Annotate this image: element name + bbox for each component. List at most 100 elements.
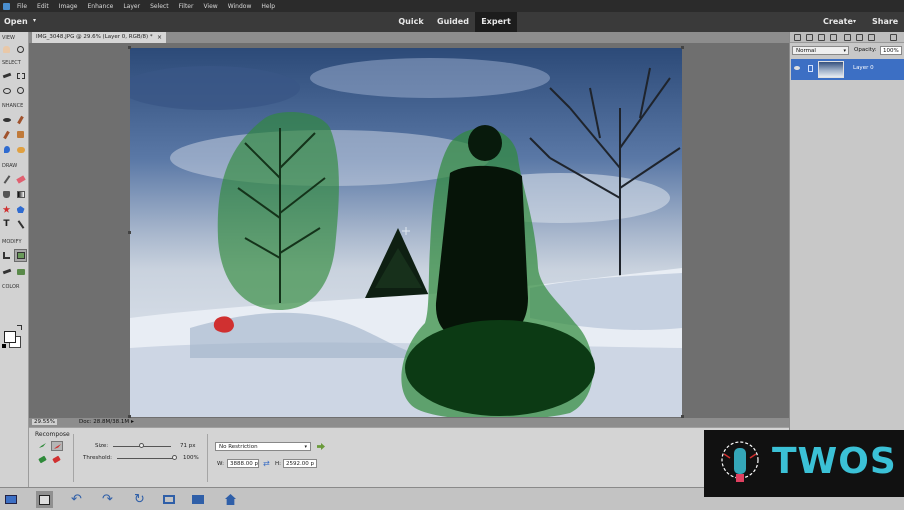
menu-select[interactable]: Select xyxy=(150,3,169,10)
content-aware-move-tool[interactable] xyxy=(1,266,12,277)
share-button[interactable]: Share xyxy=(872,17,898,26)
move-tool[interactable] xyxy=(1,70,12,81)
color-picker-tool[interactable] xyxy=(1,204,12,215)
width-field[interactable]: 3888.00 p xyxy=(227,459,259,468)
open-button[interactable]: Open xyxy=(4,17,28,26)
layout-button[interactable] xyxy=(160,491,177,508)
document-tab[interactable]: IMG_3048.JPG @ 29.6% (Layer 0, RGB/8) * … xyxy=(32,32,166,43)
layer-row[interactable]: Layer 0 xyxy=(791,59,904,80)
type-tool[interactable]: T xyxy=(1,219,12,230)
photo-content xyxy=(130,58,682,417)
redo-button[interactable]: ↷ xyxy=(99,491,116,508)
threshold-slider-knob[interactable] xyxy=(172,455,177,460)
menu-filter[interactable]: Filter xyxy=(179,3,194,10)
organizer-button[interactable] xyxy=(189,491,206,508)
protect-brush-button[interactable] xyxy=(37,441,49,451)
rotate-icon: ↻ xyxy=(134,492,145,507)
menu-enhance[interactable]: Enhance xyxy=(87,3,113,10)
size-slider-knob[interactable] xyxy=(139,443,144,448)
apply-recompose-icon[interactable] xyxy=(317,443,325,450)
lasso-tool[interactable] xyxy=(1,85,12,96)
threshold-slider-track[interactable] xyxy=(117,458,175,459)
menu-view[interactable]: View xyxy=(203,3,217,10)
swap-dimensions-icon[interactable]: ⇄ xyxy=(263,459,272,468)
layer-mask-icon[interactable] xyxy=(830,34,837,41)
marquee-tool[interactable] xyxy=(15,70,26,81)
menu-image[interactable]: Image xyxy=(59,3,78,10)
remove-eraser-button[interactable] xyxy=(51,455,63,465)
home-screen-button[interactable] xyxy=(222,491,239,508)
tool-options-button[interactable] xyxy=(36,491,53,508)
new-group-icon[interactable] xyxy=(806,34,813,41)
organizer-icon xyxy=(191,495,204,504)
pencil-icon xyxy=(3,175,10,184)
close-icon[interactable]: × xyxy=(157,32,162,43)
trash-icon[interactable] xyxy=(890,34,897,41)
custom-shape-tool[interactable] xyxy=(15,204,26,215)
layer-lock-icon[interactable] xyxy=(808,65,813,72)
paint-bucket-tool[interactable] xyxy=(1,189,12,200)
height-field[interactable]: 2592.00 p xyxy=(283,459,317,468)
spot-healing-tool[interactable] xyxy=(15,114,26,125)
rectangle-marquee-icon xyxy=(16,72,25,79)
menu-help[interactable]: Help xyxy=(261,3,275,10)
straighten-tool[interactable] xyxy=(15,266,26,277)
create-button[interactable]: Create xyxy=(823,17,853,26)
zoom-level[interactable]: 29.55% xyxy=(32,419,57,425)
chevron-down-icon[interactable]: ▾ xyxy=(33,17,36,24)
default-colors-icon[interactable] xyxy=(2,344,6,348)
canvas-handle-left[interactable] xyxy=(128,231,131,234)
layer-thumbnail xyxy=(818,61,844,78)
photo-bin-icon xyxy=(4,495,17,504)
foreground-color-swatch[interactable] xyxy=(4,331,16,343)
canvas-area[interactable] xyxy=(29,43,789,418)
brush-tool[interactable] xyxy=(1,174,12,185)
link-icon[interactable] xyxy=(844,34,851,41)
smart-brush-tool[interactable] xyxy=(1,129,12,140)
watermark-logo-icon xyxy=(721,441,759,482)
gradient-tool[interactable] xyxy=(15,189,26,200)
pen-icon xyxy=(17,220,24,229)
crop-tool[interactable] xyxy=(1,250,12,261)
protect-eraser-button[interactable] xyxy=(37,455,49,465)
menu-file[interactable]: File xyxy=(17,3,27,10)
remove-brush-button[interactable] xyxy=(51,441,63,451)
sponge-tool[interactable] xyxy=(15,144,26,155)
new-layer-icon[interactable] xyxy=(794,34,801,41)
mode-tab-expert[interactable]: Expert xyxy=(475,12,517,32)
recompose-tool[interactable] xyxy=(14,249,27,262)
zoom-view-tool[interactable] xyxy=(15,44,26,55)
mode-tab-guided[interactable]: Guided xyxy=(433,12,473,32)
status-bar: 29.55% Doc: 28.8M/38.1M ▸ xyxy=(29,418,789,427)
status-menu-arrow-icon[interactable]: ▸ xyxy=(131,418,134,425)
menu-layer[interactable]: Layer xyxy=(123,3,140,10)
canvas-handle-top-right[interactable] xyxy=(681,46,684,49)
chevron-down-icon[interactable]: ▾ xyxy=(853,18,856,25)
photo-canvas[interactable] xyxy=(130,48,682,417)
threshold-label: Threshold: xyxy=(83,455,112,461)
adjustment-layer-icon[interactable] xyxy=(818,34,825,41)
swap-colors-icon[interactable] xyxy=(17,325,22,330)
hand-tool[interactable] xyxy=(1,44,12,55)
rotate-button[interactable]: ↻ xyxy=(131,491,148,508)
quick-selection-tool[interactable] xyxy=(15,85,26,96)
red-eye-tool[interactable] xyxy=(1,114,12,125)
lock-transparency-icon[interactable] xyxy=(868,34,875,41)
canvas-handle-top-left[interactable] xyxy=(128,46,131,49)
blend-mode-select[interactable]: Normal ▾ xyxy=(792,46,849,55)
restriction-select[interactable]: No Restriction ▾ xyxy=(215,442,311,451)
visibility-eye-icon[interactable] xyxy=(794,66,800,70)
menu-window[interactable]: Window xyxy=(228,3,252,10)
opacity-field[interactable]: 100% xyxy=(880,46,902,55)
blur-tool[interactable] xyxy=(1,144,12,155)
lock-all-icon[interactable] xyxy=(856,34,863,41)
clone-stamp-tool[interactable] xyxy=(15,129,26,140)
photoshop-elements-window: File Edit Image Enhance Layer Select Fil… xyxy=(0,0,904,510)
photo-bin-button[interactable] xyxy=(2,491,19,508)
home-icon xyxy=(225,494,236,505)
mode-tab-quick[interactable]: Quick xyxy=(392,12,430,32)
eraser-tool[interactable] xyxy=(15,174,26,185)
undo-button[interactable]: ↶ xyxy=(68,491,85,508)
menu-edit[interactable]: Edit xyxy=(37,3,49,10)
pencil-tool[interactable] xyxy=(15,219,26,230)
